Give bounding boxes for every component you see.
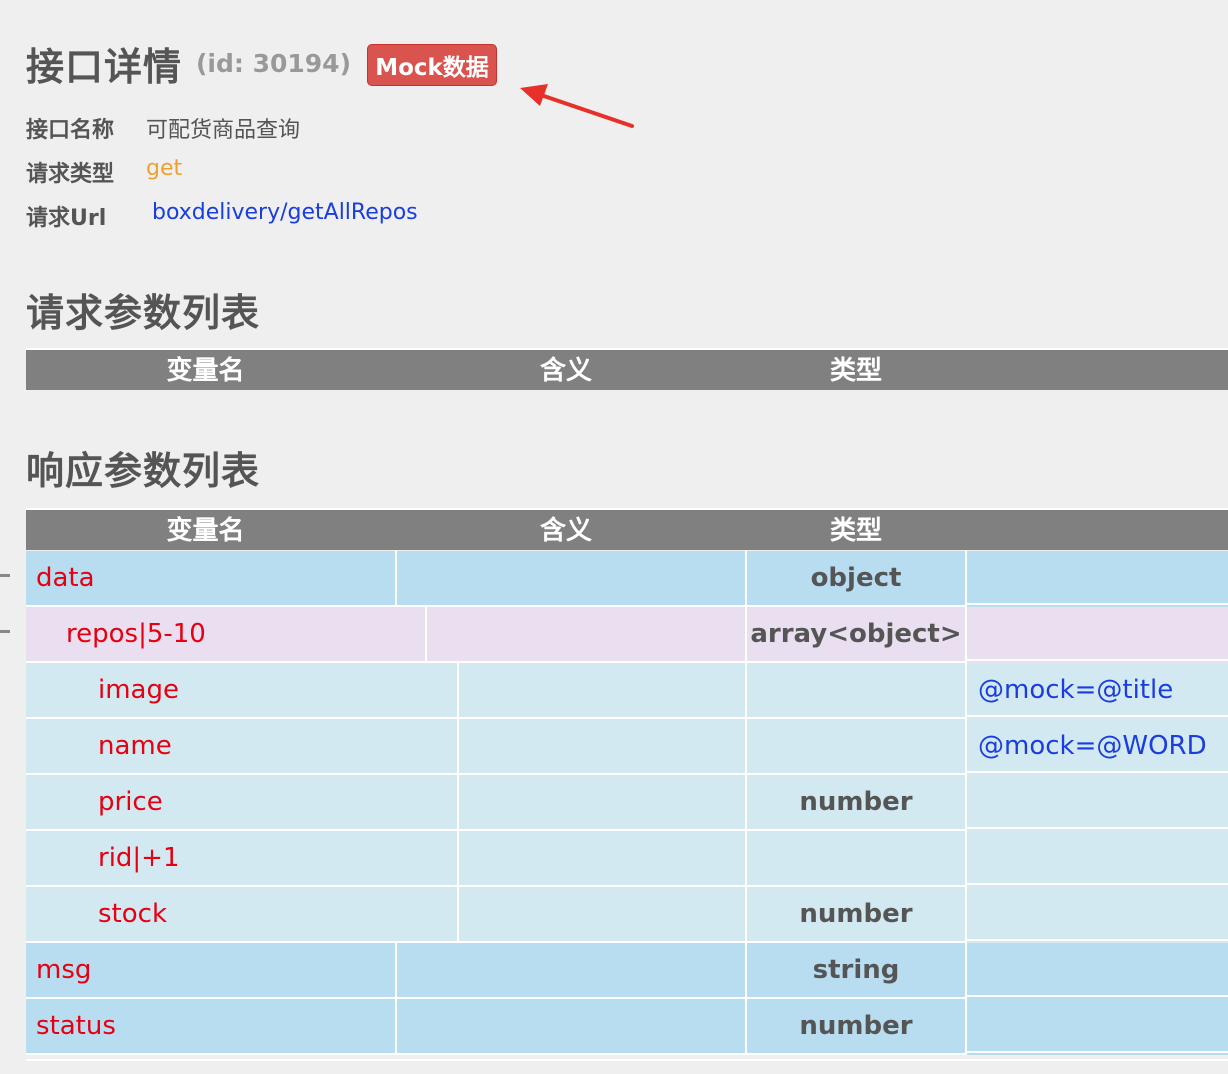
table-row: status number xyxy=(26,999,1228,1055)
param-meaning xyxy=(387,831,747,887)
table-row: data object xyxy=(26,551,1228,607)
api-id: (id: 30194) xyxy=(196,49,351,78)
api-name-label: 接口名称 xyxy=(26,118,115,143)
table-row: stock number xyxy=(26,887,1228,943)
param-name: status xyxy=(26,999,397,1055)
col-header-name: 变量名 xyxy=(166,516,245,546)
param-type: number xyxy=(747,775,967,831)
param-type: number xyxy=(747,887,967,943)
param-type: string xyxy=(747,943,967,999)
param-meaning xyxy=(387,551,747,607)
table-row: image @mock=@title xyxy=(26,663,1228,719)
response-params-header: 变量名 含义 类型 xyxy=(26,508,1228,550)
col-header-meaning: 含义 xyxy=(539,516,592,546)
param-type xyxy=(747,831,967,887)
table-row: name @mock=@WORD xyxy=(26,719,1228,775)
table-bottom-border xyxy=(26,1059,1228,1061)
param-remark xyxy=(967,831,1228,885)
param-type xyxy=(747,663,967,719)
page-title: 接口详情 xyxy=(26,45,183,89)
response-params-table: data object repos|5-10 array<object> ima… xyxy=(26,551,1228,1055)
table-row: rid|+1 xyxy=(26,831,1228,887)
param-meaning xyxy=(387,943,747,999)
param-meaning xyxy=(387,719,747,775)
param-name: data xyxy=(26,551,397,607)
param-remark: @mock=@title xyxy=(967,663,1228,717)
table-row: repos|5-10 array<object> xyxy=(26,607,1228,663)
mock-data-button[interactable]: Mock数据 xyxy=(367,44,497,86)
param-remark xyxy=(967,943,1228,997)
param-name: msg xyxy=(26,943,397,999)
collapse-repos-toggle-icon[interactable] xyxy=(0,630,10,633)
col-header-name: 变量名 xyxy=(166,356,245,386)
param-type xyxy=(747,719,967,775)
param-remark xyxy=(967,551,1228,605)
param-name: repos|5-10 xyxy=(26,607,427,663)
request-method-label: 请求类型 xyxy=(26,162,115,187)
request-url-label: 请求Url xyxy=(26,206,107,231)
annotation-arrow-icon xyxy=(520,84,634,128)
request-method-value: get xyxy=(146,156,183,181)
table-row: msg string xyxy=(26,943,1228,999)
param-type: object xyxy=(747,551,967,607)
param-remark xyxy=(967,607,1228,661)
api-name-value: 可配货商品查询 xyxy=(146,118,301,143)
col-header-meaning: 含义 xyxy=(539,356,592,386)
param-meaning xyxy=(387,607,747,663)
param-type: array<object> xyxy=(747,607,967,663)
col-header-type: 类型 xyxy=(829,356,882,386)
col-header-type: 类型 xyxy=(829,516,882,546)
table-row: price number xyxy=(26,775,1228,831)
param-meaning xyxy=(387,775,747,831)
param-remark xyxy=(967,887,1228,941)
param-remark: @mock=@WORD xyxy=(967,719,1228,773)
param-meaning xyxy=(387,663,747,719)
request-params-header: 变量名 含义 类型 xyxy=(26,348,1228,390)
api-detail-page: 接口详情 (id: 30194) Mock数据 接口名称 可配货商品查询 请求类… xyxy=(0,0,1228,1074)
request-params-title: 请求参数列表 xyxy=(26,291,261,335)
collapse-data-toggle-icon[interactable] xyxy=(0,574,10,577)
request-url-link[interactable]: boxdelivery/getAllRepos xyxy=(152,200,418,225)
param-type: number xyxy=(747,999,967,1055)
param-meaning xyxy=(387,887,747,943)
response-params-title: 响应参数列表 xyxy=(26,449,261,493)
param-meaning xyxy=(387,999,747,1055)
param-remark xyxy=(967,999,1228,1053)
param-remark xyxy=(967,775,1228,829)
